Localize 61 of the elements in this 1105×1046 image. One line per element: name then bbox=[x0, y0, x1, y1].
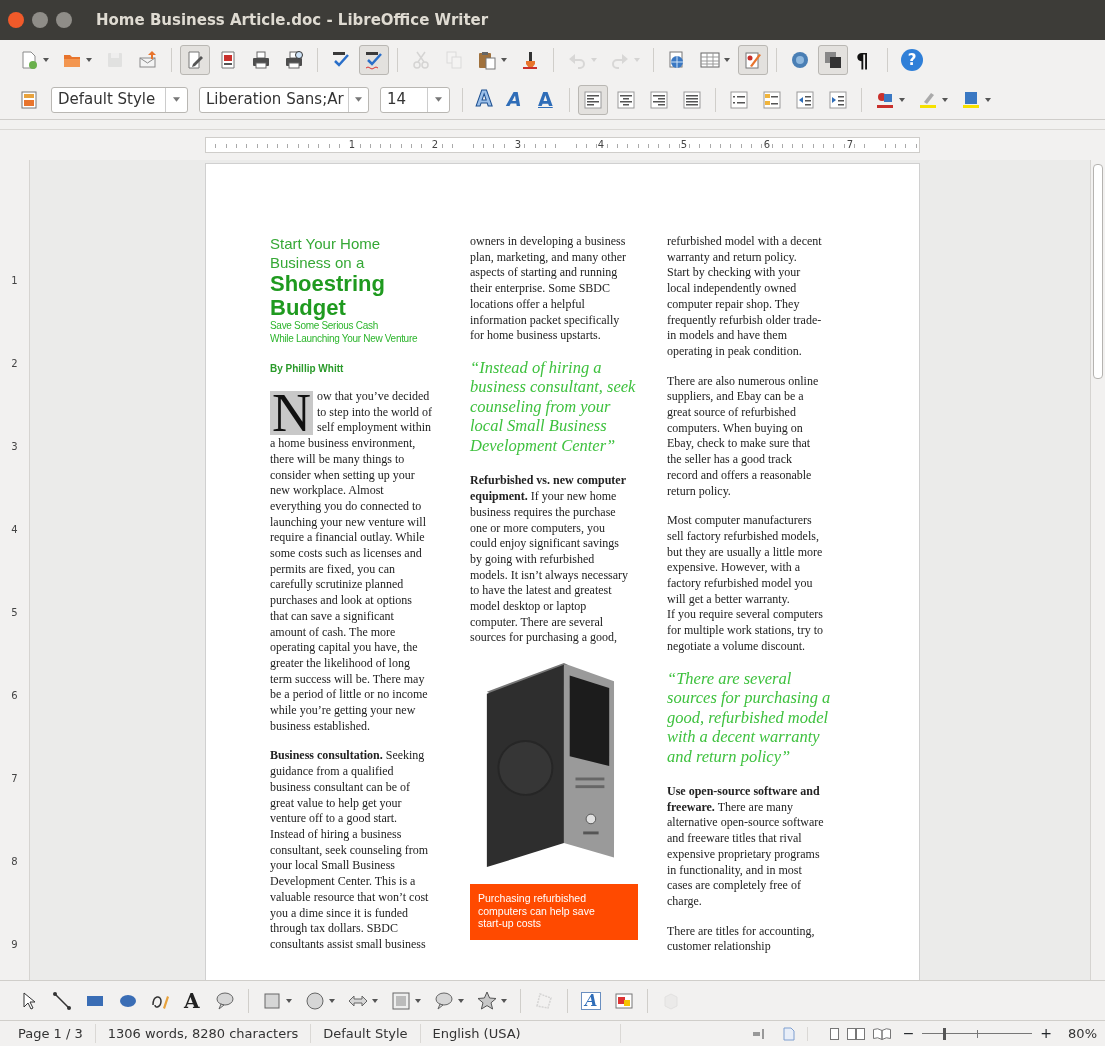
language-indicator: English (USA) bbox=[420, 1023, 621, 1044]
horizontal-ruler[interactable]: 1 2 3 4 5 6 7 bbox=[205, 137, 920, 153]
window-title: Home Business Article.doc - LibreOffice Writer bbox=[96, 9, 489, 31]
body-paragraph: Business consultation. Seeking guidance from a qualified business consultant can be of great value to help get your venture off to a good start. Instead of hiring a business consultant, seek counseling from your local Small Business Development Center. This is a valuable resource that won’t cost you a dime since it is funded through tax dollars. SBDC consultants assist small business bbox=[270, 748, 430, 953]
text-box-button[interactable]: A bbox=[179, 985, 207, 1016]
underline-button[interactable]: A bbox=[533, 84, 561, 115]
zoom-out-button[interactable]: − bbox=[902, 1023, 915, 1044]
table-grid-icon bbox=[700, 50, 720, 70]
book-view-icon bbox=[872, 1027, 891, 1040]
page-indicator: Page 1 / 3 bbox=[14, 1023, 96, 1044]
formatting-marks-button[interactable]: ¶ bbox=[851, 45, 879, 75]
ruler-number: 1 bbox=[347, 139, 356, 150]
page-style: Default Style bbox=[311, 1023, 421, 1044]
filled-square-icon bbox=[961, 89, 981, 110]
ruler-number: 2 bbox=[430, 139, 439, 150]
scrollbar-thumb[interactable] bbox=[1093, 164, 1103, 379]
pull-quote: “Instead of hiring a business consultant, seek counseling from your local Small Business Development Center” bbox=[470, 357, 637, 456]
body-paragraph: Refurbished vs. new computer equipment. If your new home business requires the purchase one or more computers, you could enjoy significant savings by going with refurbished models. It isn’t always necessary to have the latest and greatest model desktop or laptop computer. There are several sources for purchasing a good, bbox=[470, 473, 630, 647]
close-button[interactable] bbox=[8, 12, 24, 28]
caret-icon bbox=[435, 97, 442, 102]
body-paragraph: There are titles for accounting, customer relationship bbox=[667, 923, 816, 956]
maximize-button[interactable] bbox=[56, 12, 72, 28]
body-paragraph: Use open-source software and freeware. There are many alternative open-source software and freeware titles that rival expensive proprietary programs in functionality, and in most cases are completely free of charge. bbox=[667, 784, 825, 910]
image-caption: Purchasing refurbished computers can help save start-up costs bbox=[470, 884, 638, 940]
article-subtitle: Save Some Serious Cash While Launching Your New Venture bbox=[270, 320, 419, 345]
ruler-number: 3 bbox=[513, 139, 522, 150]
zoom-slider-thumb[interactable] bbox=[943, 1027, 947, 1040]
speech-bubble-icon bbox=[434, 990, 454, 1011]
word-count: 1306 words, 8280 characters bbox=[95, 1023, 312, 1044]
selection-mode-icon bbox=[752, 1027, 767, 1040]
body-paragraph: Most computer manufacturers sell factory refurbished models, but they are usually a little more expensive. However, with a factory refurbished model you will get a better warranty. If you require several computers for multiple work stations, try to negotiate a volume discount. bbox=[667, 513, 824, 655]
minimize-button[interactable] bbox=[32, 12, 48, 28]
ruler-number: 5 bbox=[679, 139, 688, 150]
byline: By Phillip Whitt bbox=[270, 363, 345, 375]
body-paragraph: There are also numerous online suppliers, and Ebay can be a great source of refurbished computers. When buying on Ebay, check to make sure that the seller has a good track record and offers a reasonable return policy. bbox=[667, 373, 820, 500]
framed-square-icon bbox=[391, 990, 411, 1011]
zoom-percentage: 80% bbox=[1067, 1024, 1098, 1043]
star-icon bbox=[477, 990, 497, 1011]
two-page-view-icon bbox=[846, 1027, 865, 1040]
font-name-field[interactable]: Liberation Sans;Ar bbox=[199, 86, 369, 113]
ruler-number: 7 bbox=[845, 139, 854, 150]
square-icon bbox=[262, 990, 282, 1011]
paragraph-style-field[interactable]: Default Style bbox=[51, 86, 188, 113]
circle-icon bbox=[305, 990, 325, 1011]
zoom-in-button[interactable]: + bbox=[1040, 1023, 1053, 1044]
article-kicker: Start Your Home Business on a bbox=[270, 234, 382, 272]
caret-icon bbox=[173, 97, 180, 102]
body-paragraph: refurbished model with a decent warranty and return policy. Start by checking with your local independently owned computer repair shop. They frequently refurbish older trade- in models and have them operating in peak condition. bbox=[667, 234, 823, 360]
shadow-button[interactable]: A bbox=[502, 84, 530, 115]
fontwork-button[interactable]: A bbox=[576, 985, 607, 1016]
article-headline: Shoestring Budget bbox=[270, 272, 386, 320]
page-icon bbox=[782, 1026, 795, 1041]
pull-quote: “There are several sources for purchasing a good, refurbished model with a decent warranty and return policy” bbox=[667, 668, 832, 767]
caret-icon bbox=[354, 97, 362, 102]
clipboard-icon bbox=[477, 50, 497, 70]
body-paragraph: owners in developing a business plan, marketing, and many other aspects of starting and running their enterprise. Some SBDC locations offer a helpful information packet specifically for home business upstarts. bbox=[470, 234, 627, 344]
font-size-field[interactable]: 14 bbox=[380, 86, 450, 113]
ruler-number: 6 bbox=[762, 139, 771, 150]
ruler-number: 4 bbox=[596, 139, 605, 150]
page-plus-icon bbox=[19, 50, 39, 70]
single-page-view-icon bbox=[829, 1027, 839, 1040]
